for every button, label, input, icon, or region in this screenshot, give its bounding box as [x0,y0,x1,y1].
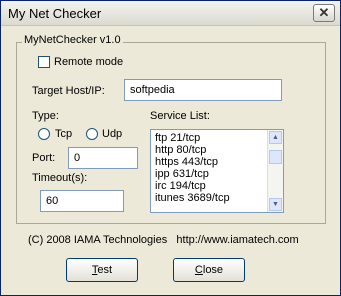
close-button-label: lose [202,264,224,276]
service-listbox[interactable]: ftp 21/tcp http 80/tcp https 443/tcp ipp… [150,129,284,213]
remote-mode-label: Remote mode [54,56,124,68]
list-item[interactable]: itunes 3689/tcp [151,192,283,204]
close-button-mnemonic: C [194,264,203,276]
port-input[interactable]: 0 [68,147,138,169]
test-button[interactable]: Test [66,258,138,282]
website-url: http://www.iamatech.com [176,234,299,246]
footer-text: (C) 2008 IAMA Technologies http://www.ia… [28,234,299,246]
port-label: Port: [32,152,56,164]
scroll-up-arrow-icon[interactable]: ▲ [269,131,282,144]
list-item[interactable]: ipp 631/tcp [151,168,283,180]
list-item[interactable]: irc 194/tcp [151,180,283,192]
timeout-input[interactable]: 60 [40,190,124,212]
tcp-radio[interactable] [38,128,50,140]
close-window-button[interactable]: ✕ [313,4,335,22]
title-bar: My Net Checker ✕ [1,1,340,26]
target-host-input[interactable]: softpedia [124,79,282,101]
udp-label: Udp [102,128,123,140]
service-list-label: Service List: [150,110,210,122]
tcp-label: Tcp [55,128,73,140]
target-host-label: Target Host/IP: [32,85,105,97]
window-title: My Net Checker [8,6,102,21]
scroll-thumb[interactable] [269,150,282,164]
type-label: Type: [32,110,59,122]
test-button-label: est [97,264,113,276]
close-button[interactable]: Close [173,258,245,282]
group-title: MyNetChecker v1.0 [22,34,123,46]
remote-mode-checkbox[interactable] [38,56,50,68]
service-list-scrollbar[interactable]: ▲ ▼ [267,130,283,212]
timeout-label: Timeout(s): [32,172,88,184]
scroll-down-arrow-icon[interactable]: ▼ [269,198,282,211]
list-item[interactable]: http 80/tcp [151,144,283,156]
list-item[interactable]: ftp 21/tcp [151,132,283,144]
copyright-text: (C) 2008 IAMA Technologies [28,234,168,246]
udp-radio[interactable] [86,128,98,140]
list-item[interactable]: https 443/tcp [151,156,283,168]
